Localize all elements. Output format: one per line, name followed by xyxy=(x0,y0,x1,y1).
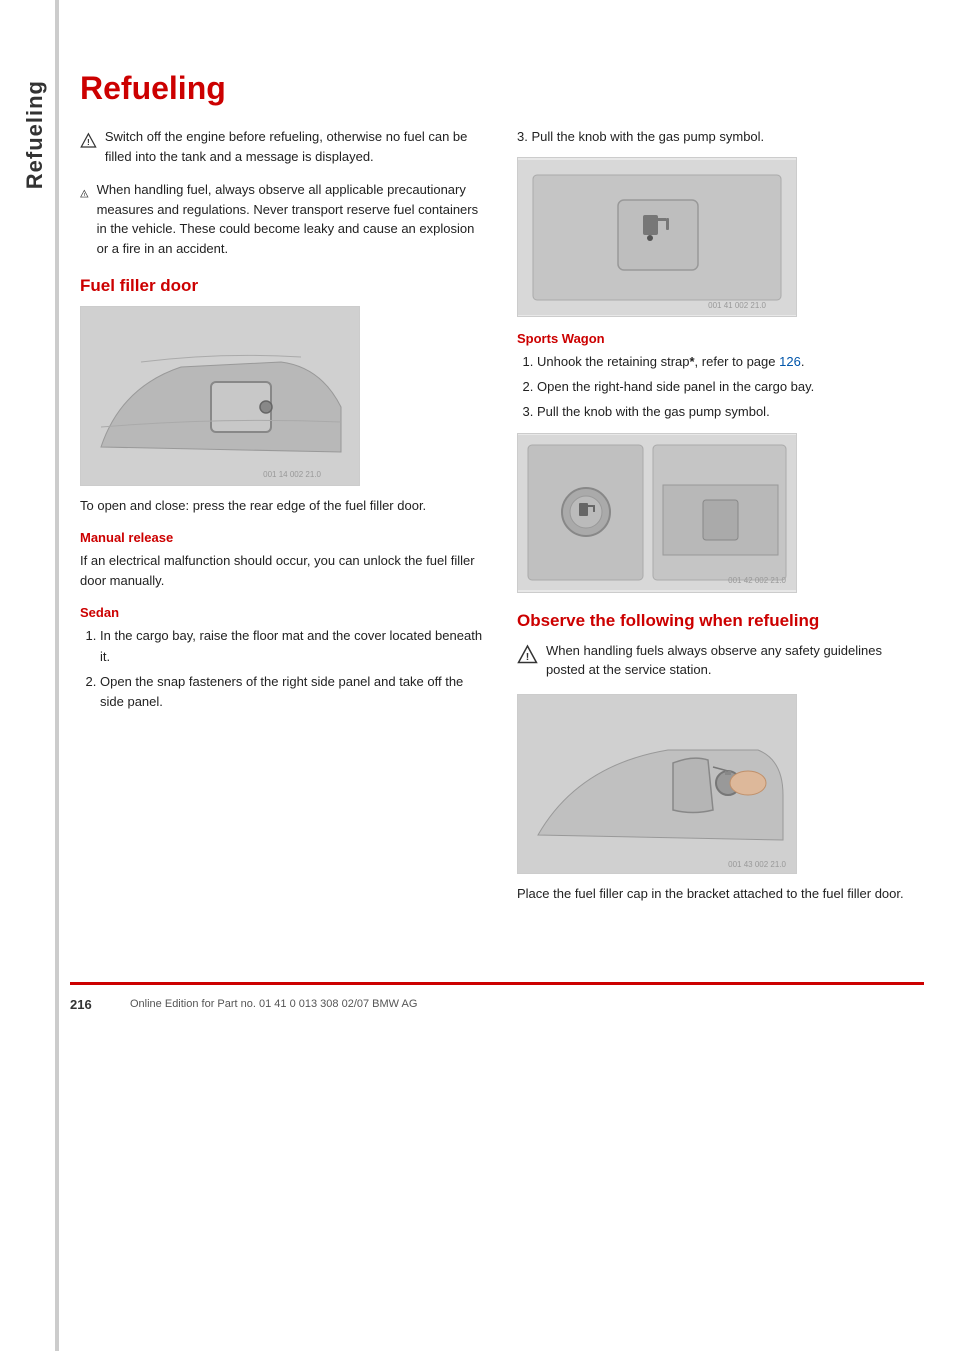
step3-label: 3. xyxy=(517,129,528,144)
fuel-cap-image: 001 43 002 21.0 xyxy=(517,694,797,874)
left-column: ! Switch off the engine before refueling… xyxy=(80,127,487,912)
filler-cap-caption: Place the fuel filler cap in the bracket… xyxy=(517,884,924,904)
sports-wagon-step-1: Unhook the retaining strap*, refer to pa… xyxy=(537,352,924,372)
svg-text:001 42 002 21.0: 001 42 002 21.0 xyxy=(728,576,786,585)
footer-page-number: 216 xyxy=(70,997,110,1012)
warning-icon-1: ! xyxy=(80,127,97,155)
sedan-heading: Sedan xyxy=(80,605,487,620)
sedan-steps: In the cargo bay, raise the floor mat an… xyxy=(80,626,487,712)
step3-content: Pull the knob with the gas pump symbol. xyxy=(531,129,764,144)
fuel-door-svg: 001 14 002 21.0 xyxy=(81,307,359,485)
filler-door-caption: To open and close: press the rear edge o… xyxy=(80,496,487,516)
svg-text:001 14 002 21.0: 001 14 002 21.0 xyxy=(263,470,321,479)
knob-sedan-image: 001 41 002 21.0 xyxy=(517,157,797,317)
page-container: Refueling Refueling ! Switch off the eng… xyxy=(0,0,954,1351)
observe-warning-text: When handling fuels always observe any s… xyxy=(546,641,924,680)
svg-text:!: ! xyxy=(84,192,86,197)
page-title: Refueling xyxy=(80,70,924,107)
sports-wagon-steps: Unhook the retaining strap*, refer to pa… xyxy=(517,352,924,422)
sports-wagon-heading: Sports Wagon xyxy=(517,331,924,346)
sidebar: Refueling xyxy=(0,0,70,1351)
sedan-step-2: Open the snap fasteners of the right sid… xyxy=(100,672,487,712)
page-link-126[interactable]: 126 xyxy=(779,354,801,369)
sedan-step-1: In the cargo bay, raise the floor mat an… xyxy=(100,626,487,666)
knob-wagon-svg: 001 42 002 21.0 xyxy=(518,435,796,590)
two-col-layout: ! Switch off the engine before refueling… xyxy=(80,127,924,912)
svg-text:001 41 002 21.0: 001 41 002 21.0 xyxy=(708,301,766,310)
svg-text:!: ! xyxy=(87,137,90,147)
sports-wagon-step-3: Pull the knob with the gas pump symbol. xyxy=(537,402,924,422)
knob-sedan-svg: 001 41 002 21.0 xyxy=(518,160,796,315)
manual-release-text: If an electrical malfunction should occu… xyxy=(80,551,487,591)
knob-wagon-image: 001 42 002 21.0 xyxy=(517,433,797,593)
right-column: 3. Pull the knob with the gas pump symbo… xyxy=(517,127,924,912)
sidebar-label: Refueling xyxy=(22,80,48,189)
page-footer: 216 Online Edition for Part no. 01 41 0 … xyxy=(70,982,924,1012)
footer-text: Online Edition for Part no. 01 41 0 013 … xyxy=(130,998,417,1010)
warning-icon-observe: ! xyxy=(517,641,538,669)
warning-icon-2: ! xyxy=(80,180,89,208)
warning-block-1: ! Switch off the engine before refueling… xyxy=(80,127,487,166)
sports-wagon-step-2: Open the right-hand side panel in the ca… xyxy=(537,377,924,397)
svg-text:001 43 002 21.0: 001 43 002 21.0 xyxy=(728,860,786,869)
observe-refueling-heading: Observe the following when refueling xyxy=(517,611,924,631)
warning-text-2: When handling fuel, always observe all a… xyxy=(97,180,487,258)
svg-text:!: ! xyxy=(526,652,530,663)
warning-text-1: Switch off the engine before refueling, … xyxy=(105,127,487,166)
main-content: Refueling ! Switch off the engine before… xyxy=(70,40,954,942)
sidebar-bar xyxy=(55,0,59,1351)
warning-block-2: ! When handling fuel, always observe all… xyxy=(80,180,487,258)
observe-warning-block: ! When handling fuels always observe any… xyxy=(517,641,924,680)
fuel-filler-door-heading: Fuel filler door xyxy=(80,276,487,296)
fuel-cap-svg: 001 43 002 21.0 xyxy=(518,695,796,873)
step3-text: 3. Pull the knob with the gas pump symbo… xyxy=(517,127,924,147)
manual-release-heading: Manual release xyxy=(80,530,487,545)
fuel-filler-door-image: 001 14 002 21.0 xyxy=(80,306,360,486)
